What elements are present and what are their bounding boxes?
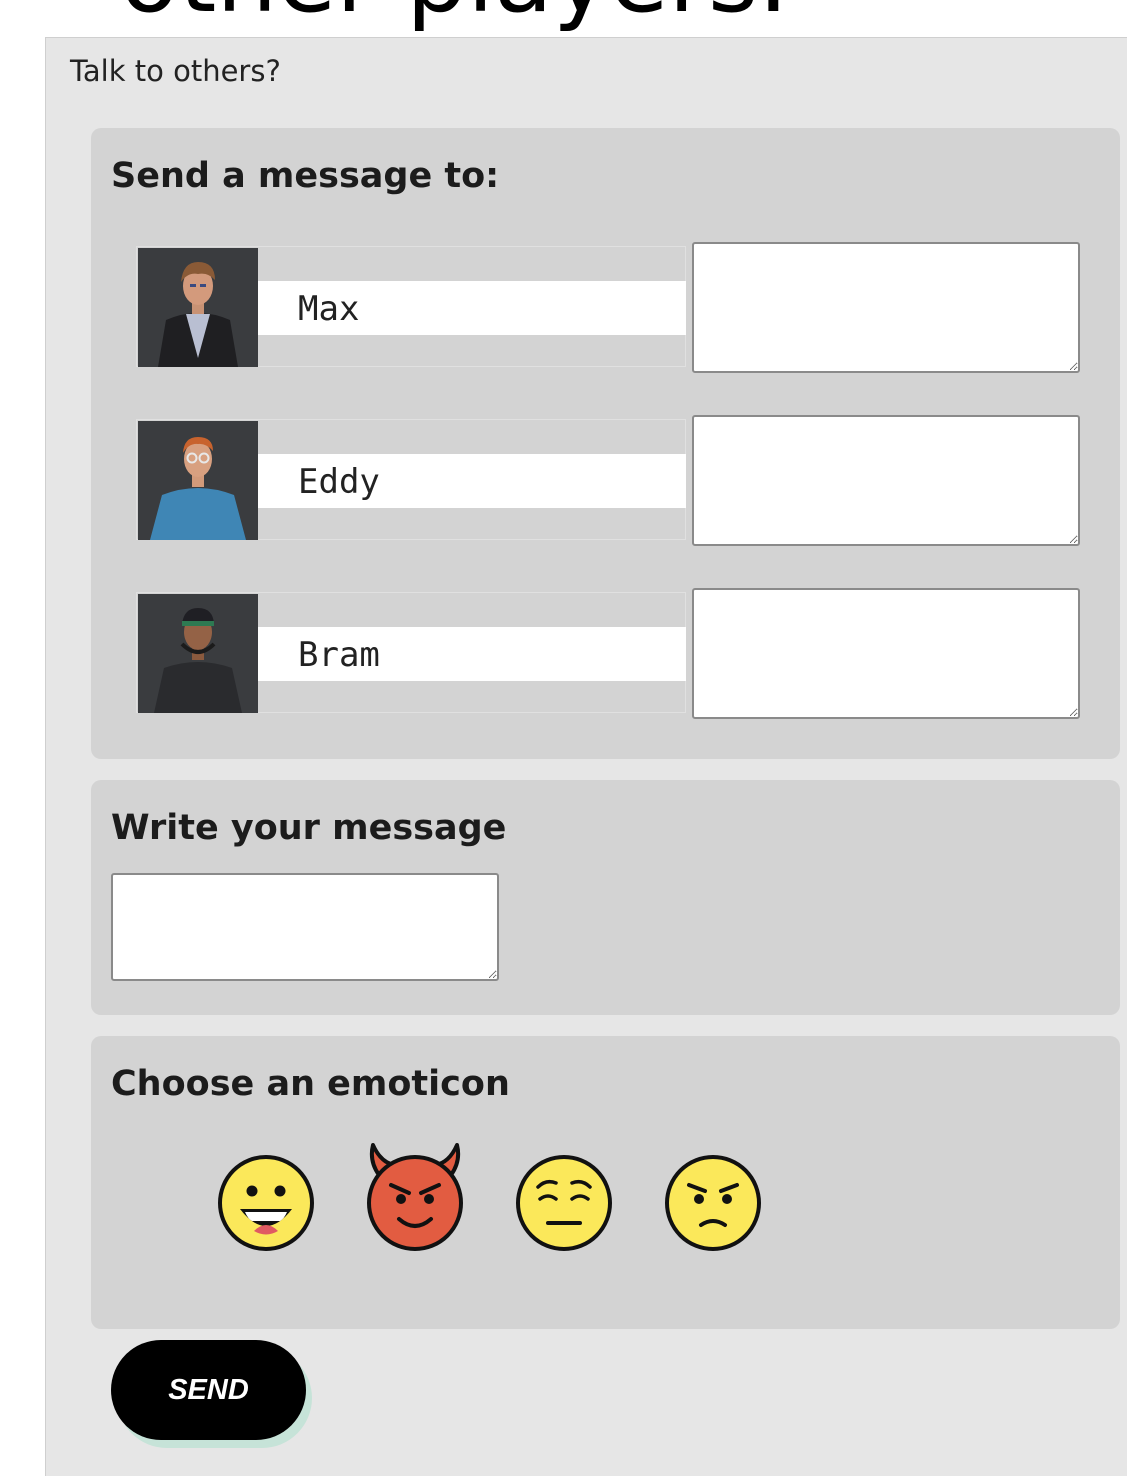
recipients-section: Send a message to: Max Eddy Bram: [91, 128, 1120, 759]
smiling-face-with-horns-icon[interactable]: [365, 1139, 465, 1251]
recipient-message-eddy[interactable]: [692, 415, 1080, 546]
grinning-face-icon[interactable]: [216, 1139, 316, 1251]
emoticon-title: Choose an emoticon: [111, 1064, 510, 1104]
recipient-card-eddy[interactable]: Eddy: [136, 419, 686, 540]
message-section: Write your message: [91, 780, 1120, 1015]
recipients-title: Send a message to:: [111, 156, 500, 196]
name-strip: Eddy: [258, 454, 686, 508]
name-strip: Max: [258, 281, 686, 335]
relieved-face-icon[interactable]: [514, 1139, 614, 1251]
recipient-card-bram[interactable]: Bram: [136, 592, 686, 713]
recipient-card-max[interactable]: Max: [136, 246, 686, 367]
send-button[interactable]: SEND: [111, 1340, 306, 1440]
avatar-max: [138, 248, 258, 367]
recipient-name-bram: Bram: [298, 635, 380, 675]
talk-panel: Talk to others? Send a message to: Max E…: [45, 37, 1127, 1476]
page-heading: other players.: [120, 0, 789, 26]
emoticon-section: Choose an emoticon: [91, 1036, 1120, 1329]
recipient-row: Bram: [136, 588, 1081, 719]
page: other players. Talk to others? Send a me…: [0, 0, 1127, 1476]
recipient-name-max: Max: [298, 289, 360, 329]
recipient-message-bram[interactable]: [692, 588, 1080, 719]
panel-intro: Talk to others?: [70, 54, 281, 88]
message-title: Write your message: [111, 808, 507, 848]
name-strip: Bram: [258, 627, 686, 681]
recipient-row: Eddy: [136, 415, 1081, 546]
recipient-message-max[interactable]: [692, 242, 1080, 373]
message-input[interactable]: [111, 873, 499, 981]
avatar-eddy: [138, 421, 258, 540]
recipient-name-eddy: Eddy: [298, 462, 380, 502]
recipient-row: Max: [136, 242, 1081, 373]
angry-face-icon[interactable]: [663, 1139, 763, 1251]
avatar-bram: [138, 594, 258, 713]
